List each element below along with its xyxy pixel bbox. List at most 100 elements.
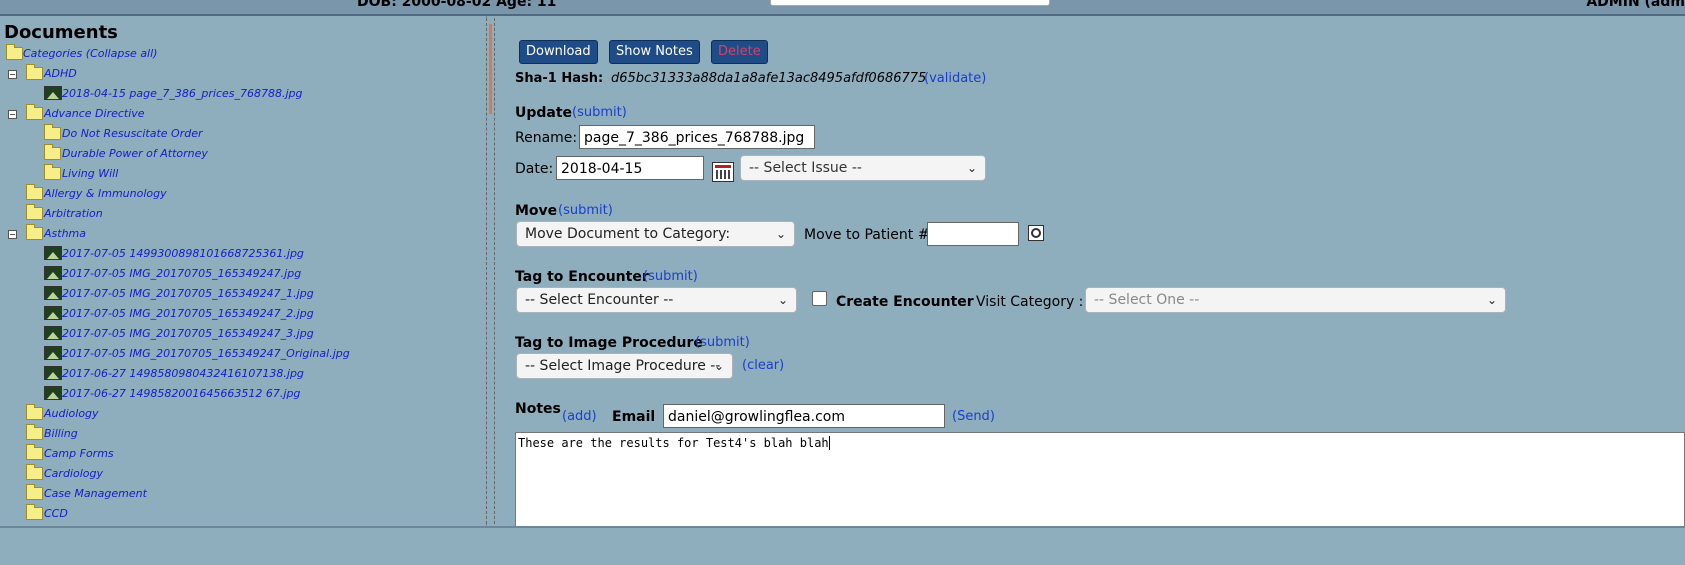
calendar-icon[interactable]: [712, 162, 734, 182]
folder-icon: [44, 164, 61, 180]
tree-category-item[interactable]: − Advance Directive: [0, 104, 486, 124]
email-field[interactable]: daniel@growlingflea.com: [663, 404, 945, 428]
encounter-select[interactable]: -- Select Encounter -- ⌄: [516, 287, 797, 313]
image-procedure-select[interactable]: -- Select Image Procedure -- ⌄: [516, 353, 733, 379]
tree-item-label: Durable Power of Attorney: [62, 147, 208, 160]
image-file-icon: [44, 346, 62, 360]
folder-icon: [26, 204, 43, 220]
visit-category-select[interactable]: -- Select One -- ⌄: [1085, 287, 1506, 313]
folder-icon: [26, 404, 43, 420]
tree-item-label: 2017-07-05 IMG_20170705_165349247.jpg: [62, 267, 302, 280]
tree-document-item[interactable]: 2018-04-15 page_7_386_prices_768788.jpg: [0, 84, 486, 104]
rename-field[interactable]: page_7_386_prices_768788.jpg: [579, 125, 815, 149]
image-file-icon: [44, 326, 62, 340]
collapse-toggle-icon[interactable]: −: [8, 110, 17, 119]
tree-item-label: 2017-07-05 IMG_20170705_165349247_2.jpg: [62, 307, 314, 320]
tree-category-item[interactable]: Billing: [0, 424, 486, 444]
tree-item-label: Advance Directive: [44, 107, 145, 120]
patient-number-field[interactable]: [927, 222, 1019, 246]
move-heading: Move: [515, 203, 558, 219]
encounter-select-value: -- Select Encounter --: [525, 292, 674, 308]
image-file-icon: [44, 266, 62, 280]
folder-icon: [26, 224, 43, 240]
chevron-down-icon: ⌄: [966, 161, 977, 175]
tree-document-item[interactable]: 2017-06-27 1498580980432416107138.jpg: [0, 364, 486, 384]
tree-document-item[interactable]: 2017-07-05 1499300898101668725361.jpg: [0, 244, 486, 264]
notes-textarea[interactable]: These are the results for Test4's blah b…: [515, 432, 1685, 536]
folder-icon: [44, 144, 61, 160]
tree-item-label: Asthma: [44, 227, 86, 240]
pane-splitter[interactable]: [486, 18, 495, 524]
procedure-submit-link[interactable]: (submit): [695, 335, 750, 350]
procedure-clear-link[interactable]: (clear): [742, 358, 784, 373]
document-tree: Categories (Collapse all) − ADHD 2018-04-15…: [0, 44, 486, 524]
text-cursor: [828, 436, 830, 450]
folder-icon: [44, 124, 61, 140]
patient-dob: DOB: 2000-08-02 Age: 11: [357, 0, 557, 10]
collapse-toggle-icon[interactable]: −: [8, 70, 17, 79]
update-submit-link[interactable]: (submit): [572, 105, 627, 120]
download-button[interactable]: Download: [519, 40, 598, 64]
tree-category-item[interactable]: Do Not Resuscitate Order: [0, 124, 486, 144]
tree-item-label: 2017-07-05 IMG_20170705_165349247_3.jpg: [62, 327, 314, 340]
tree-item-label: 2017-06-27 1498582001645663512 67.jpg: [62, 387, 301, 400]
create-encounter-checkbox[interactable]: [812, 291, 827, 306]
category-select-value: Move Document to Category:: [525, 226, 731, 242]
tree-category-item[interactable]: Case Management: [0, 484, 486, 504]
tree-document-item[interactable]: 2017-07-05 IMG_20170705_165349247_1.jpg: [0, 284, 486, 304]
tree-category-item[interactable]: Allergy & Immunology: [0, 184, 486, 204]
collapse-toggle-icon[interactable]: −: [8, 230, 17, 239]
send-link[interactable]: (Send): [952, 409, 995, 424]
chevron-down-icon: ⌄: [1486, 293, 1497, 307]
image-file-icon: [44, 86, 62, 100]
documents-sidebar: Documents Categories (Collapse all) − ADHD…: [0, 16, 487, 526]
delete-button[interactable]: Delete: [711, 40, 768, 64]
image-file-icon: [44, 366, 62, 380]
tree-document-item[interactable]: 2017-07-05 IMG_20170705_165349247_2.jpg: [0, 304, 486, 324]
folder-icon: [26, 104, 43, 120]
chevron-down-icon: ⌄: [713, 359, 724, 373]
move-patient-label: Move to Patient #: [804, 227, 930, 243]
tree-category-item[interactable]: Camp Forms: [0, 444, 486, 464]
tree-document-item[interactable]: 2017-07-05 IMG_20170705_165349247.jpg: [0, 264, 486, 284]
patient-search-input[interactable]: [770, 0, 1050, 6]
encounter-submit-link[interactable]: (submit): [643, 269, 698, 284]
tree-document-item[interactable]: 2017-07-05 IMG_20170705_165349247_Origin…: [0, 344, 486, 364]
tree-category-item[interactable]: Audiology: [0, 404, 486, 424]
image-file-icon: [44, 306, 62, 320]
tree-category-item[interactable]: − Asthma: [0, 224, 486, 244]
create-encounter-label: Create Encounter: [836, 294, 974, 310]
image-file-icon: [44, 286, 62, 300]
tree-category-item[interactable]: CCD: [0, 504, 486, 524]
tree-item-label: ADHD: [44, 67, 77, 80]
splitter-grip[interactable]: [489, 24, 492, 114]
date-label: Date:: [515, 161, 554, 177]
tree-item-label: Allergy & Immunology: [44, 187, 167, 200]
add-note-link[interactable]: (add): [562, 409, 597, 424]
tree-item-label: 2018-04-15 page_7_386_prices_768788.jpg: [62, 87, 303, 100]
category-select[interactable]: Move Document to Category: ⌄: [516, 221, 795, 247]
show-notes-button[interactable]: Show Notes: [609, 40, 700, 64]
tree-item-label: Arbitration: [44, 207, 103, 220]
encounter-heading: Tag to Encounter: [515, 269, 649, 285]
tree-document-item[interactable]: 2017-07-05 IMG_20170705_165349247_3.jpg: [0, 324, 486, 344]
user-name[interactable]: ADMIN (adm: [1586, 0, 1685, 10]
tree-category-item[interactable]: Arbitration: [0, 204, 486, 224]
hash-label: Sha-1 Hash:: [515, 71, 604, 86]
tree-category-item[interactable]: Durable Power of Attorney: [0, 144, 486, 164]
validate-link[interactable]: (validate): [924, 71, 986, 86]
tree-category-item[interactable]: Cardiology: [0, 464, 486, 484]
tree-item-label: Billing: [44, 427, 78, 440]
date-field[interactable]: 2018-04-15: [556, 156, 704, 180]
tree-category-item[interactable]: Categories (Collapse all): [0, 44, 486, 64]
hash-value: d65bc31333a88da1a8afe13ac8495afdf0686775: [611, 71, 927, 86]
issue-select[interactable]: -- Select Issue -- ⌄: [740, 155, 986, 181]
tree-category-item[interactable]: Living Will: [0, 164, 486, 184]
move-submit-link[interactable]: (submit): [558, 203, 613, 218]
image-file-icon: [44, 246, 62, 260]
tree-category-item[interactable]: − ADHD: [0, 64, 486, 84]
patient-search-icon[interactable]: [1028, 225, 1044, 241]
tree-item-label: Living Will: [62, 167, 119, 180]
folder-icon: [6, 44, 23, 60]
tree-document-item[interactable]: 2017-06-27 1498582001645663512 67.jpg: [0, 384, 486, 404]
